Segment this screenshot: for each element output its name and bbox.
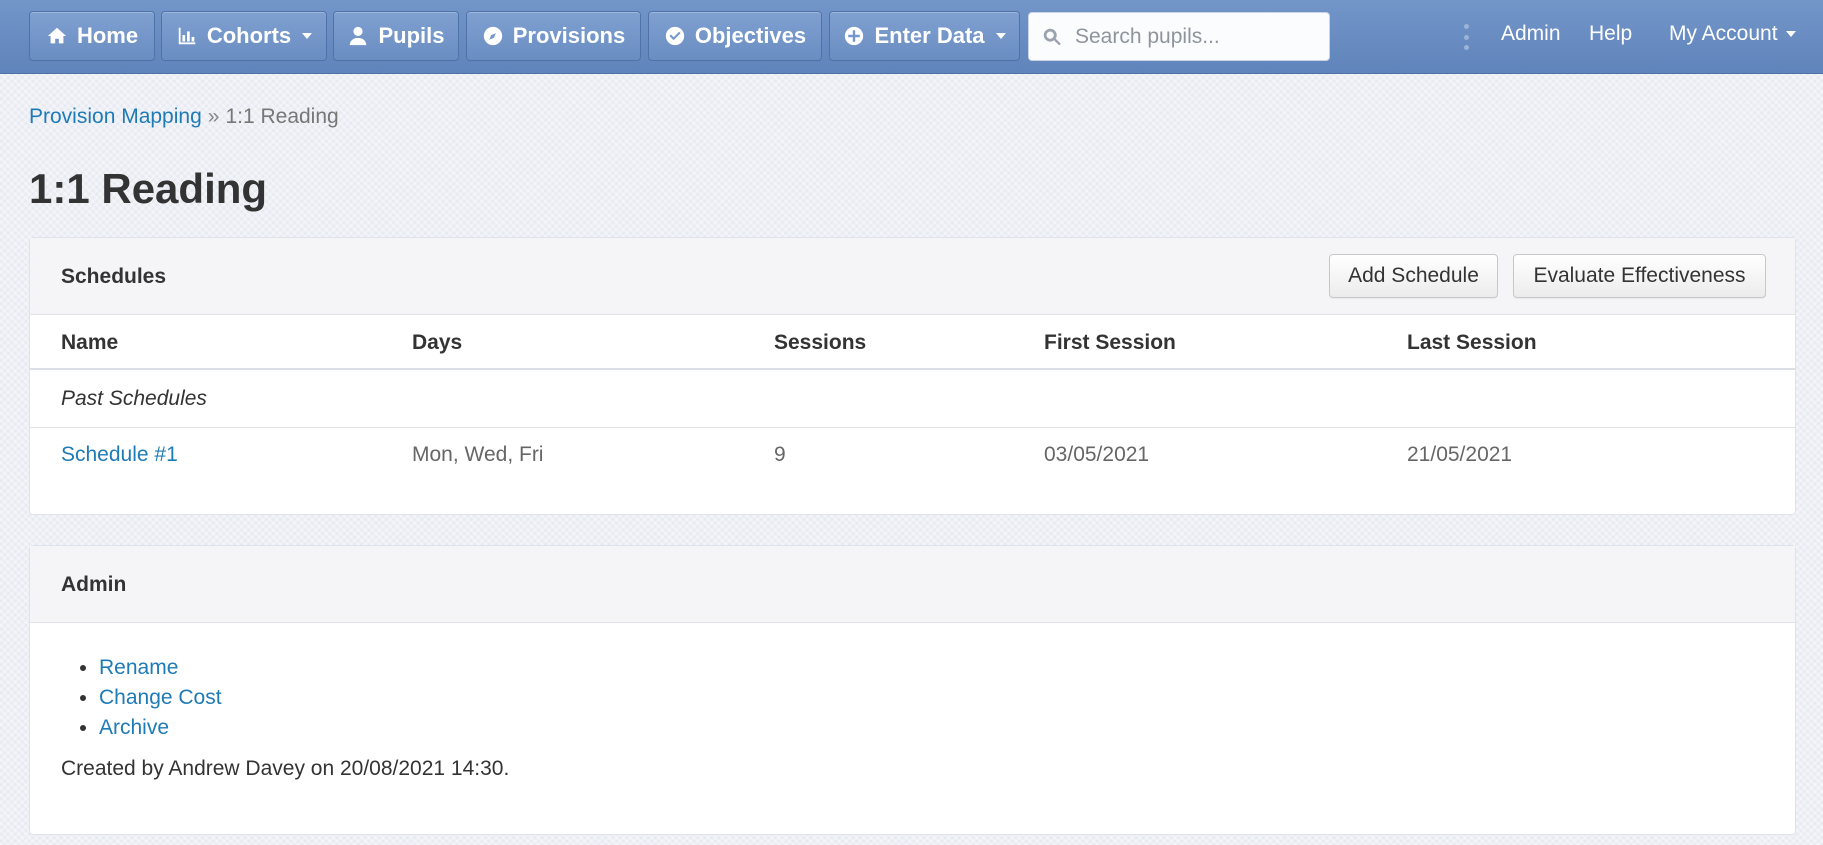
breadcrumb-separator: » bbox=[207, 105, 220, 128]
table-row: Schedule #1 Mon, Wed, Fri 9 03/05/2021 2… bbox=[30, 428, 1795, 484]
change-cost-link[interactable]: Change Cost bbox=[99, 686, 222, 709]
chevron-down-icon bbox=[1785, 31, 1796, 37]
schedule-days: Mon, Wed, Fri bbox=[412, 443, 544, 466]
nav-home-button[interactable]: Home bbox=[29, 11, 155, 61]
schedule-first-session: 03/05/2021 bbox=[1044, 443, 1150, 466]
admin-panel-body: Rename Change Cost Archive Created by An… bbox=[30, 623, 1795, 781]
nav-my-account-label: My Account bbox=[1669, 22, 1778, 45]
admin-panel: Admin Rename Change Cost Archive Created… bbox=[29, 545, 1796, 835]
nav-cohorts-label: Cohorts bbox=[206, 23, 292, 48]
top-navbar: Home Cohorts Pupils Provisions Objective… bbox=[0, 0, 1823, 74]
search-box[interactable] bbox=[1028, 12, 1330, 61]
evaluate-effectiveness-button[interactable]: Evaluate Effectiveness bbox=[1513, 254, 1766, 298]
nav-objectives-button[interactable]: Objectives bbox=[648, 11, 822, 61]
breadcrumb-current: 1:1 Reading bbox=[225, 105, 339, 128]
schedules-table-header: Name Days Sessions First Session Last Se… bbox=[30, 315, 1795, 370]
nav-enter-data-label: Enter Data bbox=[874, 23, 985, 48]
compass-icon bbox=[483, 26, 502, 46]
rename-link[interactable]: Rename bbox=[99, 656, 178, 679]
column-header-name: Name bbox=[61, 331, 119, 354]
schedules-panel: Schedules Add Schedule Evaluate Effectiv… bbox=[29, 237, 1796, 515]
admin-panel-header: Admin bbox=[30, 546, 1795, 623]
column-header-last-session: Last Session bbox=[1407, 331, 1537, 354]
nav-enter-data-button[interactable]: Enter Data bbox=[829, 11, 1020, 61]
archive-link[interactable]: Archive bbox=[99, 716, 169, 739]
nav-pupils-button[interactable]: Pupils bbox=[333, 11, 459, 61]
bar-chart-icon bbox=[178, 27, 196, 45]
plus-circle-icon bbox=[845, 26, 864, 46]
nav-admin-link[interactable]: Admin bbox=[1501, 22, 1561, 46]
list-item: Change Cost bbox=[99, 683, 1764, 713]
more-options-icon[interactable] bbox=[1462, 24, 1470, 50]
schedule-name-link[interactable]: Schedule #1 bbox=[61, 443, 178, 467]
list-item: Rename bbox=[99, 653, 1764, 683]
nav-objectives-label: Objectives bbox=[694, 23, 807, 48]
column-header-days: Days bbox=[412, 331, 463, 354]
user-icon bbox=[350, 26, 367, 46]
search-input[interactable] bbox=[1073, 23, 1323, 50]
home-icon bbox=[47, 27, 67, 44]
chevron-down-icon bbox=[302, 33, 313, 39]
chevron-down-icon bbox=[995, 33, 1006, 39]
check-circle-icon bbox=[665, 26, 685, 46]
add-schedule-button[interactable]: Add Schedule bbox=[1329, 254, 1498, 298]
schedule-last-session: 21/05/2021 bbox=[1407, 443, 1513, 466]
nav-help-label: Help bbox=[1589, 22, 1633, 45]
nav-pupils-label: Pupils bbox=[378, 23, 445, 48]
nav-my-account-link[interactable]: My Account bbox=[1669, 22, 1796, 46]
schedules-panel-header: Schedules Add Schedule Evaluate Effectiv… bbox=[30, 238, 1795, 315]
page-title: 1:1 Reading bbox=[29, 165, 268, 212]
nav-home-label: Home bbox=[76, 23, 139, 48]
breadcrumb-provision-mapping-link[interactable]: Provision Mapping bbox=[29, 105, 202, 128]
nav-cohorts-button[interactable]: Cohorts bbox=[161, 11, 327, 61]
column-header-first-session: First Session bbox=[1044, 331, 1176, 354]
schedule-sessions: 9 bbox=[774, 443, 786, 466]
past-schedules-group-row: Past Schedules bbox=[30, 370, 1795, 428]
created-by-text: Created by Andrew Davey on 20/08/2021 14… bbox=[61, 757, 510, 780]
list-item: Archive bbox=[99, 713, 1764, 743]
schedules-heading: Schedules bbox=[61, 265, 167, 288]
admin-heading: Admin bbox=[61, 573, 127, 596]
nav-admin-label: Admin bbox=[1501, 22, 1561, 45]
nav-help-link[interactable]: Help bbox=[1589, 22, 1632, 46]
nav-provisions-button[interactable]: Provisions bbox=[466, 11, 641, 61]
search-icon bbox=[1043, 28, 1061, 45]
past-schedules-label: Past Schedules bbox=[61, 387, 207, 410]
nav-provisions-label: Provisions bbox=[512, 23, 626, 48]
column-header-sessions: Sessions bbox=[774, 331, 867, 354]
admin-actions-list: Rename Change Cost Archive bbox=[61, 653, 1764, 743]
breadcrumb: Provision Mapping» 1:1 Reading bbox=[29, 105, 339, 129]
